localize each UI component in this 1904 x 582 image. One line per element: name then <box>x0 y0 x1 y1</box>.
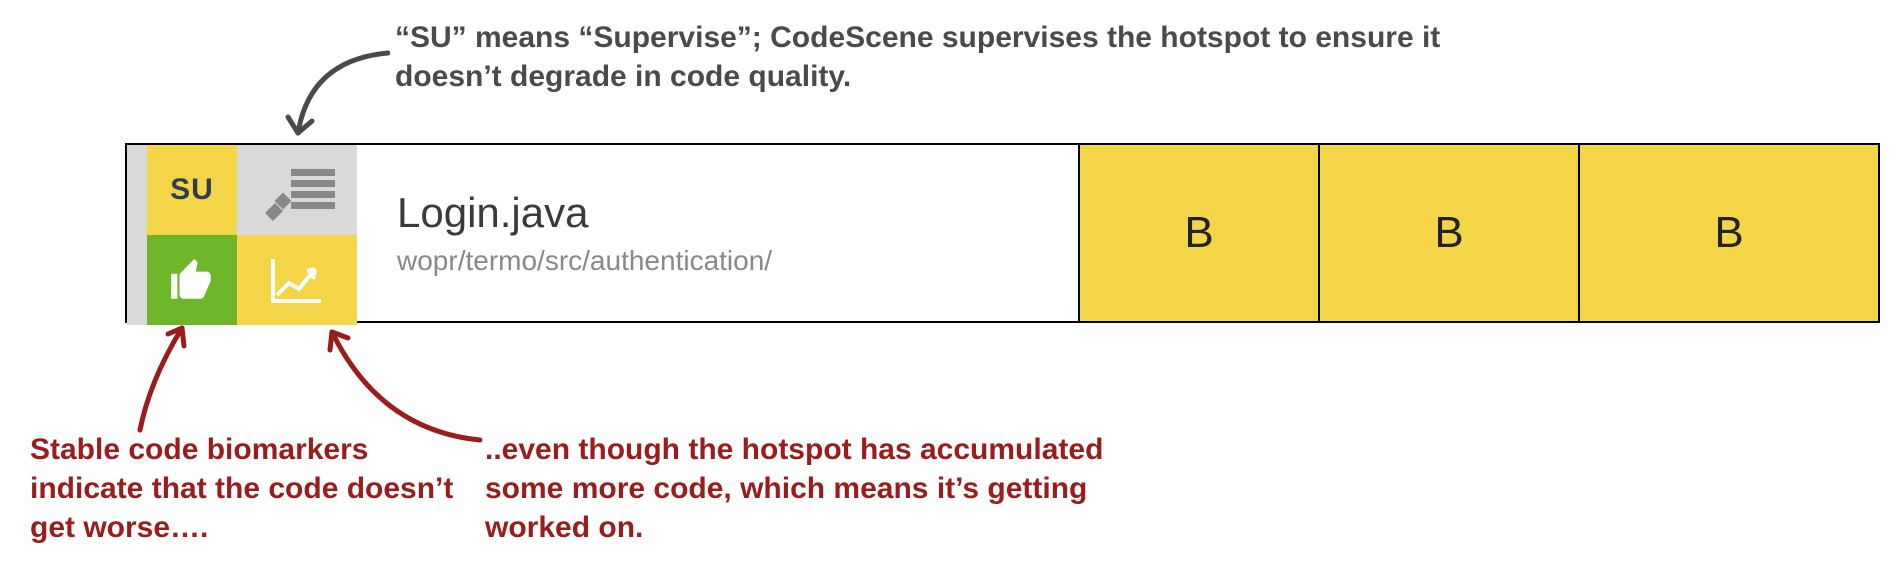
edit-tile[interactable] <box>237 145 357 235</box>
file-info[interactable]: Login.java wopr/termo/src/authentication… <box>357 145 1078 321</box>
trending-up-icon <box>269 255 325 305</box>
annotation-accumulated: ..even though the hotspot has accumulate… <box>485 430 1135 547</box>
trend-chart-tile[interactable] <box>237 235 357 325</box>
file-name: Login.java <box>397 189 1038 237</box>
grade-cell-2: B <box>1318 145 1578 321</box>
grade-cell-1: B <box>1078 145 1318 321</box>
biomarker-tiles: SU <box>127 145 357 321</box>
thumbs-up-icon <box>167 255 217 305</box>
hotspot-row: SU <box>125 143 1880 323</box>
arrow-to-thumb-icon <box>110 320 210 440</box>
arrow-to-su-icon <box>280 45 390 145</box>
supervise-badge[interactable]: SU <box>147 145 237 235</box>
pencil-edit-icon <box>257 155 337 225</box>
tile-gutter <box>127 145 147 325</box>
annotation-stable: Stable code biomarkers indicate that the… <box>30 430 470 547</box>
file-path: wopr/termo/src/authentication/ <box>397 245 1038 277</box>
grade-cell-3: B <box>1578 145 1878 321</box>
annotation-supervise: “SU” means “Supervise”; CodeScene superv… <box>395 18 1495 96</box>
stable-biomarker-tile[interactable] <box>147 235 237 325</box>
